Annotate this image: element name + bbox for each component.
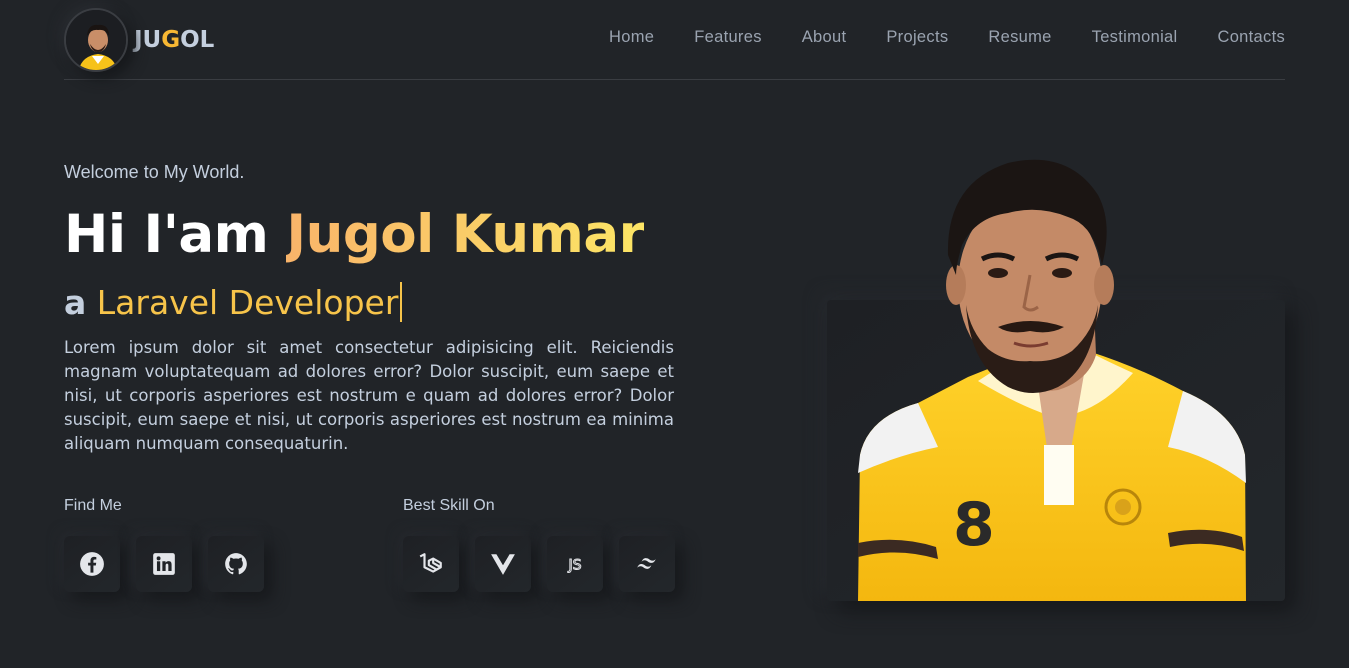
role-line: a Laravel Developer xyxy=(64,282,403,322)
linkedin-icon xyxy=(153,553,175,575)
main-nav: Home Features About Projects Resume Test… xyxy=(609,28,1285,47)
welcome-text: Welcome to My World. xyxy=(64,162,245,182)
nav-item-resume[interactable]: Resume xyxy=(988,28,1051,47)
hero-portrait: 8 xyxy=(858,159,1246,601)
greeting: Hi I'am xyxy=(64,204,269,265)
hero-title: Hi I'am Jugol Kumar xyxy=(64,204,645,265)
svg-text:JS: JS xyxy=(567,557,581,573)
svg-text:8: 8 xyxy=(953,490,995,560)
linkedin-button[interactable] xyxy=(136,536,192,592)
skills-label: Best Skill On xyxy=(403,497,495,514)
vue-icon xyxy=(491,554,515,575)
avatar xyxy=(64,8,128,72)
tailwind-icon xyxy=(637,558,656,569)
social-links xyxy=(64,536,264,592)
nav-item-testimonial[interactable]: Testimonial xyxy=(1092,28,1178,47)
facebook-icon xyxy=(80,552,104,576)
nav-item-home[interactable]: Home xyxy=(609,28,654,47)
brand-name: JUGOL xyxy=(134,27,215,53)
tailwind-button[interactable] xyxy=(619,536,675,592)
skill-icons: JS xyxy=(403,536,675,592)
logo[interactable]: JUGOL xyxy=(64,8,214,72)
nav-item-about[interactable]: About xyxy=(802,28,847,47)
typing-cursor xyxy=(400,282,403,322)
github-icon xyxy=(225,553,247,575)
hero-description: Lorem ipsum dolor sit amet consectetur a… xyxy=(64,338,674,453)
nav-item-projects[interactable]: Projects xyxy=(886,28,948,47)
laravel-button[interactable] xyxy=(403,536,459,592)
vue-button[interactable] xyxy=(475,536,531,592)
javascript-button[interactable]: JS xyxy=(547,536,603,592)
laravel-icon xyxy=(419,553,442,573)
nav-item-features[interactable]: Features xyxy=(694,28,762,47)
nav-item-contacts[interactable]: Contacts xyxy=(1217,28,1285,47)
site-header: JUGOL Home Features About Projects Resum… xyxy=(64,0,1285,80)
github-button[interactable] xyxy=(208,536,264,592)
role-prefix: a xyxy=(64,283,87,322)
role-text: Laravel Developer xyxy=(96,283,399,322)
javascript-icon: JS xyxy=(567,557,582,574)
find-me-label: Find Me xyxy=(64,497,122,514)
hero-name: Jugol Kumar xyxy=(286,204,645,265)
facebook-button[interactable] xyxy=(64,536,120,592)
